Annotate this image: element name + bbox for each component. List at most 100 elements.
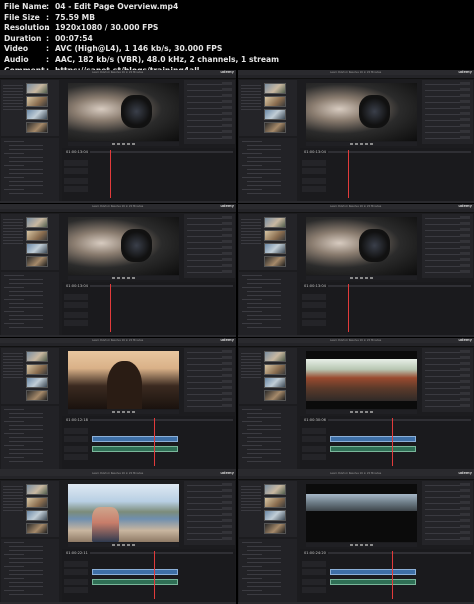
media-clip-thumbnail[interactable] [26, 96, 48, 107]
effects-list-item[interactable] [9, 283, 43, 284]
bin-item[interactable] [3, 374, 23, 375]
inspector-value-field[interactable] [460, 356, 470, 359]
track-header[interactable] [64, 160, 88, 166]
effects-list-item[interactable] [247, 449, 281, 450]
bin-item[interactable] [241, 243, 261, 244]
timeline-ruler[interactable] [90, 151, 233, 153]
bin-item[interactable] [3, 377, 23, 378]
bin-item[interactable] [241, 362, 261, 363]
effects-list-item[interactable] [247, 149, 281, 150]
track-header[interactable] [302, 294, 326, 300]
track-header[interactable] [64, 587, 88, 593]
inspector-value-field[interactable] [222, 94, 232, 97]
inspector-value-field[interactable] [222, 537, 232, 540]
track-header[interactable] [302, 168, 326, 174]
transport-button[interactable] [132, 143, 135, 145]
transport-button[interactable] [360, 544, 363, 546]
transport-button[interactable] [360, 411, 363, 413]
media-clip-thumbnail[interactable] [26, 377, 48, 388]
inspector-value-field[interactable] [460, 228, 470, 231]
track-header[interactable] [302, 587, 326, 593]
bin-item[interactable] [241, 371, 261, 372]
effects-list-item[interactable] [247, 550, 281, 551]
effects-list-item[interactable] [4, 409, 24, 410]
effects-list-item[interactable] [4, 311, 24, 312]
transport-button[interactable] [355, 143, 358, 145]
effects-list-item[interactable] [242, 165, 262, 166]
timeline-ruler[interactable] [90, 419, 233, 421]
inspector-value-field[interactable] [460, 118, 470, 121]
media-clip-thumbnail[interactable] [264, 83, 286, 94]
effects-list-item[interactable] [247, 461, 281, 462]
media-clip-thumbnail[interactable] [26, 109, 48, 120]
playhead[interactable] [348, 284, 349, 332]
effects-list-item[interactable] [247, 283, 281, 284]
inspector-value-field[interactable] [460, 513, 470, 516]
inspector-value-field[interactable] [460, 258, 470, 261]
effects-list-item[interactable] [9, 570, 43, 571]
track-header[interactable] [64, 446, 88, 452]
transport-button[interactable] [127, 544, 130, 546]
effects-list-item[interactable] [9, 303, 43, 304]
effects-list-item[interactable] [247, 594, 281, 595]
transport-button[interactable] [350, 411, 353, 413]
effects-list-item[interactable] [247, 295, 281, 296]
track-header[interactable] [64, 320, 88, 326]
effects-list-item[interactable] [9, 173, 43, 174]
bin-item[interactable] [3, 240, 23, 241]
effects-list-item[interactable] [242, 141, 262, 142]
inspector-value-field[interactable] [222, 240, 232, 243]
effects-list-item[interactable] [4, 287, 24, 288]
timeline-ruler[interactable] [90, 285, 233, 287]
video-clip[interactable] [330, 569, 416, 575]
bin-item[interactable] [241, 504, 261, 505]
inspector-value-field[interactable] [460, 404, 470, 407]
transport-button[interactable] [117, 544, 120, 546]
inspector-value-field[interactable] [460, 94, 470, 97]
effects-list-item[interactable] [247, 181, 281, 182]
bin-item[interactable] [241, 353, 261, 354]
transport-button[interactable] [350, 143, 353, 145]
bin-item[interactable] [3, 368, 23, 369]
track-header[interactable] [64, 454, 88, 460]
effects-list-item[interactable] [4, 445, 24, 446]
effects-list-item[interactable] [4, 141, 24, 142]
effects-list-item[interactable] [9, 145, 43, 146]
effects-list-item[interactable] [242, 409, 262, 410]
track-header[interactable] [64, 168, 88, 174]
bin-item[interactable] [3, 243, 23, 244]
media-clip-thumbnail[interactable] [264, 217, 286, 228]
track-header[interactable] [302, 312, 326, 318]
media-clip-thumbnail[interactable] [26, 230, 48, 241]
bin-item[interactable] [3, 94, 23, 95]
track-header[interactable] [64, 186, 88, 192]
bin-item[interactable] [3, 495, 23, 496]
media-clip-thumbnail[interactable] [26, 390, 48, 401]
bin-item[interactable] [241, 94, 261, 95]
track-header[interactable] [64, 178, 88, 184]
track-header[interactable] [64, 436, 88, 442]
inspector-value-field[interactable] [222, 531, 232, 534]
effects-list-item[interactable] [242, 421, 262, 422]
effects-list-item[interactable] [242, 287, 262, 288]
transport-button[interactable] [370, 277, 373, 279]
effects-list-item[interactable] [9, 161, 43, 162]
bin-item[interactable] [241, 88, 261, 89]
inspector-value-field[interactable] [460, 264, 470, 267]
bin-item[interactable] [3, 501, 23, 502]
effects-list-item[interactable] [4, 323, 24, 324]
track-header[interactable] [64, 294, 88, 300]
inspector-value-field[interactable] [460, 350, 470, 353]
track-header[interactable] [302, 454, 326, 460]
bin-item[interactable] [241, 356, 261, 357]
bin-item[interactable] [241, 501, 261, 502]
inspector-value-field[interactable] [222, 525, 232, 528]
audio-clip[interactable] [92, 579, 178, 585]
media-clip-thumbnail[interactable] [26, 364, 48, 375]
effects-list-item[interactable] [247, 145, 281, 146]
bin-item[interactable] [241, 100, 261, 101]
bin-item[interactable] [3, 219, 23, 220]
effects-list-item[interactable] [9, 550, 43, 551]
transport-button[interactable] [122, 277, 125, 279]
inspector-value-field[interactable] [460, 136, 470, 139]
